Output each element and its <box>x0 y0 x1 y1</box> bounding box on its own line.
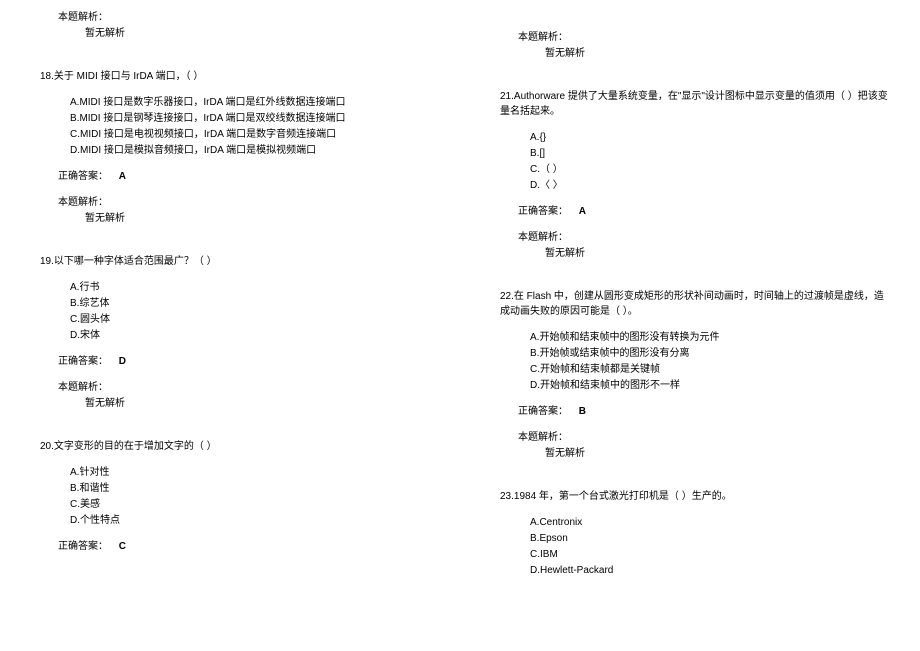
pre-analysis-block-right: 本题解析： 暂无解析 <box>500 30 890 61</box>
analysis-content: 暂无解析 <box>545 246 890 261</box>
question-title: 21.Authorware 提供了大量系统变量，在"显示"设计图标中显示变量的值… <box>500 89 890 119</box>
answer-value: B <box>579 406 586 417</box>
answer-label: 正确答案： <box>58 171 108 182</box>
question-18: 18.关于 MIDI 接口与 IrDA 端口，（ ） A.MIDI 接口是数字乐… <box>40 69 430 226</box>
answer-row: 正确答案： A <box>58 169 430 184</box>
question-20: 20.文字变形的目的在于增加文字的（ ） A.针对性 B.和谐性 C.美感 D.… <box>40 439 430 554</box>
answer-row: 正确答案： A <box>518 204 890 219</box>
analysis-title: 本题解析： <box>518 30 890 45</box>
answer-value: A <box>119 171 126 182</box>
option-c: C.MIDI 接口是电视视频接口，IrDA 端口是数字音频连接端口 <box>70 127 430 142</box>
analysis-content: 暂无解析 <box>545 46 890 61</box>
option-a: A.针对性 <box>70 465 430 480</box>
question-23: 23.1984 年，第一个台式激光打印机是（ ）生产的。 A.Centronix… <box>500 489 890 578</box>
analysis-content: 暂无解析 <box>85 396 430 411</box>
question-title: 23.1984 年，第一个台式激光打印机是（ ）生产的。 <box>500 489 890 504</box>
option-b: B.综艺体 <box>70 296 430 311</box>
option-a: A.行书 <box>70 280 430 295</box>
question-21: 21.Authorware 提供了大量系统变量，在"显示"设计图标中显示变量的值… <box>500 89 890 261</box>
question-title: 19.以下哪一种字体适合范围最广？（ ） <box>40 254 430 269</box>
option-c: C.（ ） <box>530 162 890 177</box>
question-22: 22.在 Flash 中，创建从圆形变成矩形的形状补间动画时，时间轴上的过渡帧是… <box>500 289 890 461</box>
option-d: D.开始帧和结束帧中的图形不一样 <box>530 378 890 393</box>
analysis-content: 暂无解析 <box>85 211 430 226</box>
right-column: 本题解析： 暂无解析 21.Authorware 提供了大量系统变量，在"显示"… <box>460 0 920 651</box>
option-a: A.{} <box>530 130 890 145</box>
left-column: 本题解析： 暂无解析 18.关于 MIDI 接口与 IrDA 端口，（ ） A.… <box>0 0 460 651</box>
option-b: B.开始帧或结束帧中的图形没有分离 <box>530 346 890 361</box>
option-b: B.Epson <box>530 531 890 546</box>
question-title: 18.关于 MIDI 接口与 IrDA 端口，（ ） <box>40 69 430 84</box>
analysis-title: 本题解析： <box>518 230 890 245</box>
analysis-title: 本题解析： <box>518 430 890 445</box>
option-b: B.[] <box>530 146 890 161</box>
analysis-title: 本题解析： <box>58 195 430 210</box>
analysis-title: 本题解析： <box>58 10 430 25</box>
answer-label: 正确答案： <box>518 406 568 417</box>
answer-label: 正确答案： <box>58 541 108 552</box>
pre-analysis-block: 本题解析： 暂无解析 <box>40 10 430 41</box>
question-title: 20.文字变形的目的在于增加文字的（ ） <box>40 439 430 454</box>
answer-row: 正确答案： C <box>58 539 430 554</box>
question-19: 19.以下哪一种字体适合范围最广？（ ） A.行书 B.综艺体 C.圆头体 D.… <box>40 254 430 411</box>
option-d: D.个性特点 <box>70 513 430 528</box>
option-c: C.美感 <box>70 497 430 512</box>
answer-label: 正确答案： <box>518 206 568 217</box>
option-b: B.和谐性 <box>70 481 430 496</box>
answer-row: 正确答案： B <box>518 404 890 419</box>
option-a: A.MIDI 接口是数字乐器接口，IrDA 端口是红外线数据连接端口 <box>70 95 430 110</box>
option-a: A.开始帧和结束帧中的图形没有转换为元件 <box>530 330 890 345</box>
option-a: A.Centronix <box>530 515 890 530</box>
option-d: D.MIDI 接口是模拟音频接口，IrDA 端口是模拟视频端口 <box>70 143 430 158</box>
option-b: B.MIDI 接口是钢琴连接接口，IrDA 端口是双绞线数据连接端口 <box>70 111 430 126</box>
analysis-content: 暂无解析 <box>85 26 430 41</box>
question-title: 22.在 Flash 中，创建从圆形变成矩形的形状补间动画时，时间轴上的过渡帧是… <box>500 289 890 319</box>
answer-value: D <box>119 356 126 367</box>
analysis-title: 本题解析： <box>58 380 430 395</box>
option-c: C.圆头体 <box>70 312 430 327</box>
answer-value: A <box>579 206 586 217</box>
analysis-content: 暂无解析 <box>545 446 890 461</box>
answer-row: 正确答案： D <box>58 354 430 369</box>
option-d: D.〈 〉 <box>530 178 890 193</box>
answer-value: C <box>119 541 126 552</box>
option-c: C.IBM <box>530 547 890 562</box>
option-d: D.Hewlett-Packard <box>530 563 890 578</box>
option-c: C.开始帧和结束帧都是关键帧 <box>530 362 890 377</box>
option-d: D.宋体 <box>70 328 430 343</box>
answer-label: 正确答案： <box>58 356 108 367</box>
